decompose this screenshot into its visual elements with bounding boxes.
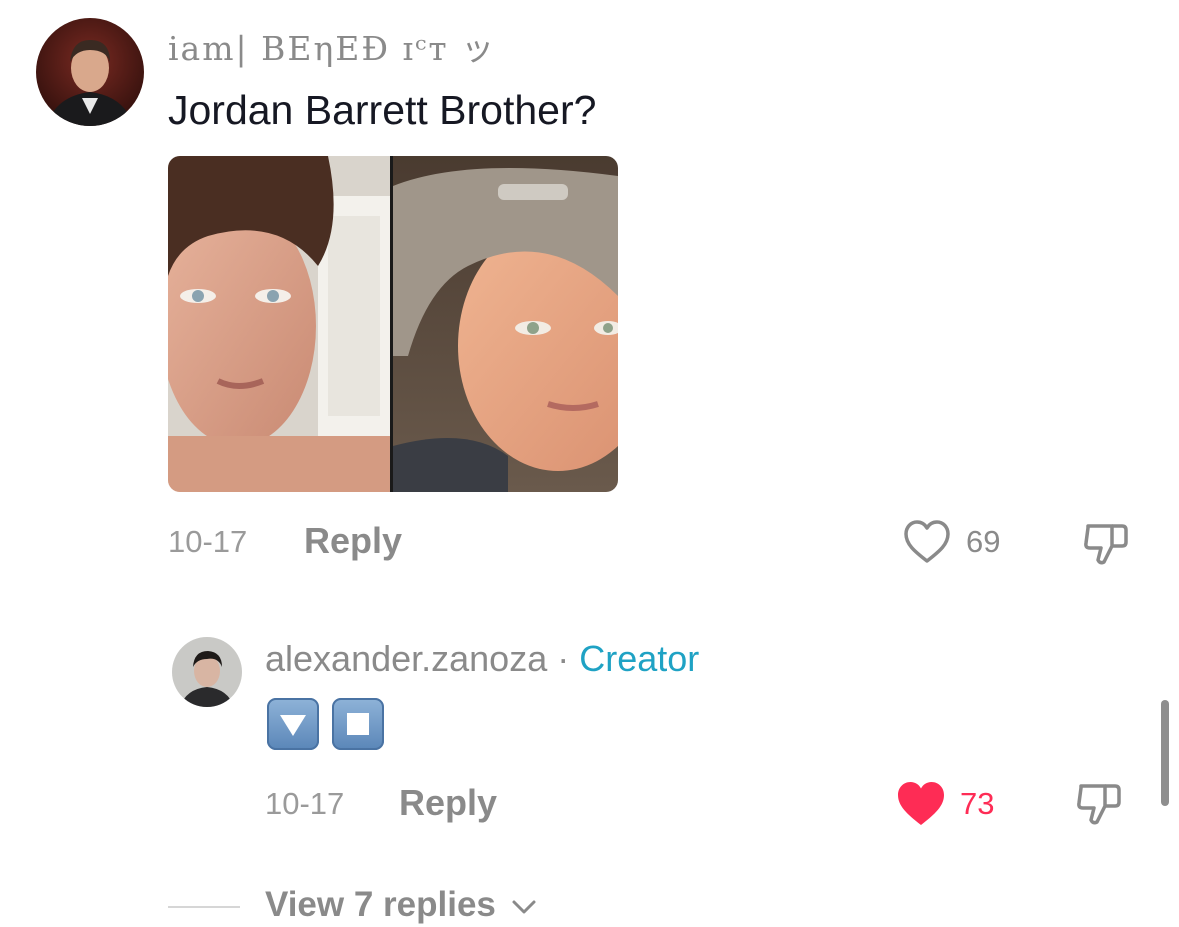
avatar-photo	[36, 18, 144, 126]
stop-square-icon	[347, 713, 369, 735]
comparison-photo-image	[168, 156, 618, 492]
comment-like-count: 69	[966, 524, 1001, 559]
reply-like-button[interactable]	[895, 779, 947, 829]
down-triangle-icon	[280, 715, 306, 736]
comment-reply-button[interactable]: Reply	[304, 520, 402, 562]
reply-reply-button[interactable]: Reply	[399, 782, 497, 824]
scrollbar[interactable]	[1161, 700, 1169, 806]
comment-photo[interactable]	[168, 156, 618, 492]
heart-filled-icon	[898, 782, 944, 825]
down-button-emoji	[267, 698, 319, 750]
chevron-down-icon	[512, 900, 536, 914]
avatar-photo	[172, 637, 242, 707]
thumbs-down-icon	[1084, 524, 1128, 565]
thumbs-down-icon	[1077, 784, 1121, 825]
comment-date: 10-17	[168, 524, 248, 559]
view-replies-label: View 7 replies	[265, 885, 496, 924]
reply-date: 10-17	[265, 786, 345, 821]
comment-text: Jordan Barrett Brother?	[168, 87, 597, 133]
reply-avatar[interactable]	[172, 637, 242, 707]
view-replies-divider	[168, 906, 240, 908]
creator-badge: Creator	[579, 638, 700, 679]
reply-dislike-button[interactable]	[1073, 776, 1127, 830]
comment-like-button[interactable]	[902, 518, 952, 566]
view-replies-button[interactable]: View 7 replies	[265, 885, 538, 925]
reply-username-line: alexander.zanoza · Creator	[265, 638, 699, 680]
reply-like-count: 73	[960, 786, 995, 821]
stop-button-emoji	[332, 698, 384, 750]
comment-thread: iam| BEηEÐ ɪᶜᴛ ッ Jordan Barrett Brother?	[0, 0, 1179, 927]
creator-separator: ·	[557, 638, 570, 679]
heart-outline-icon	[904, 520, 950, 563]
comment-dislike-button[interactable]	[1080, 516, 1134, 570]
commenter-avatar[interactable]	[36, 18, 144, 126]
commenter-username[interactable]: iam| BEηEÐ ɪᶜᴛ ッ	[168, 22, 496, 70]
reply-username[interactable]: alexander.zanoza	[265, 638, 547, 679]
